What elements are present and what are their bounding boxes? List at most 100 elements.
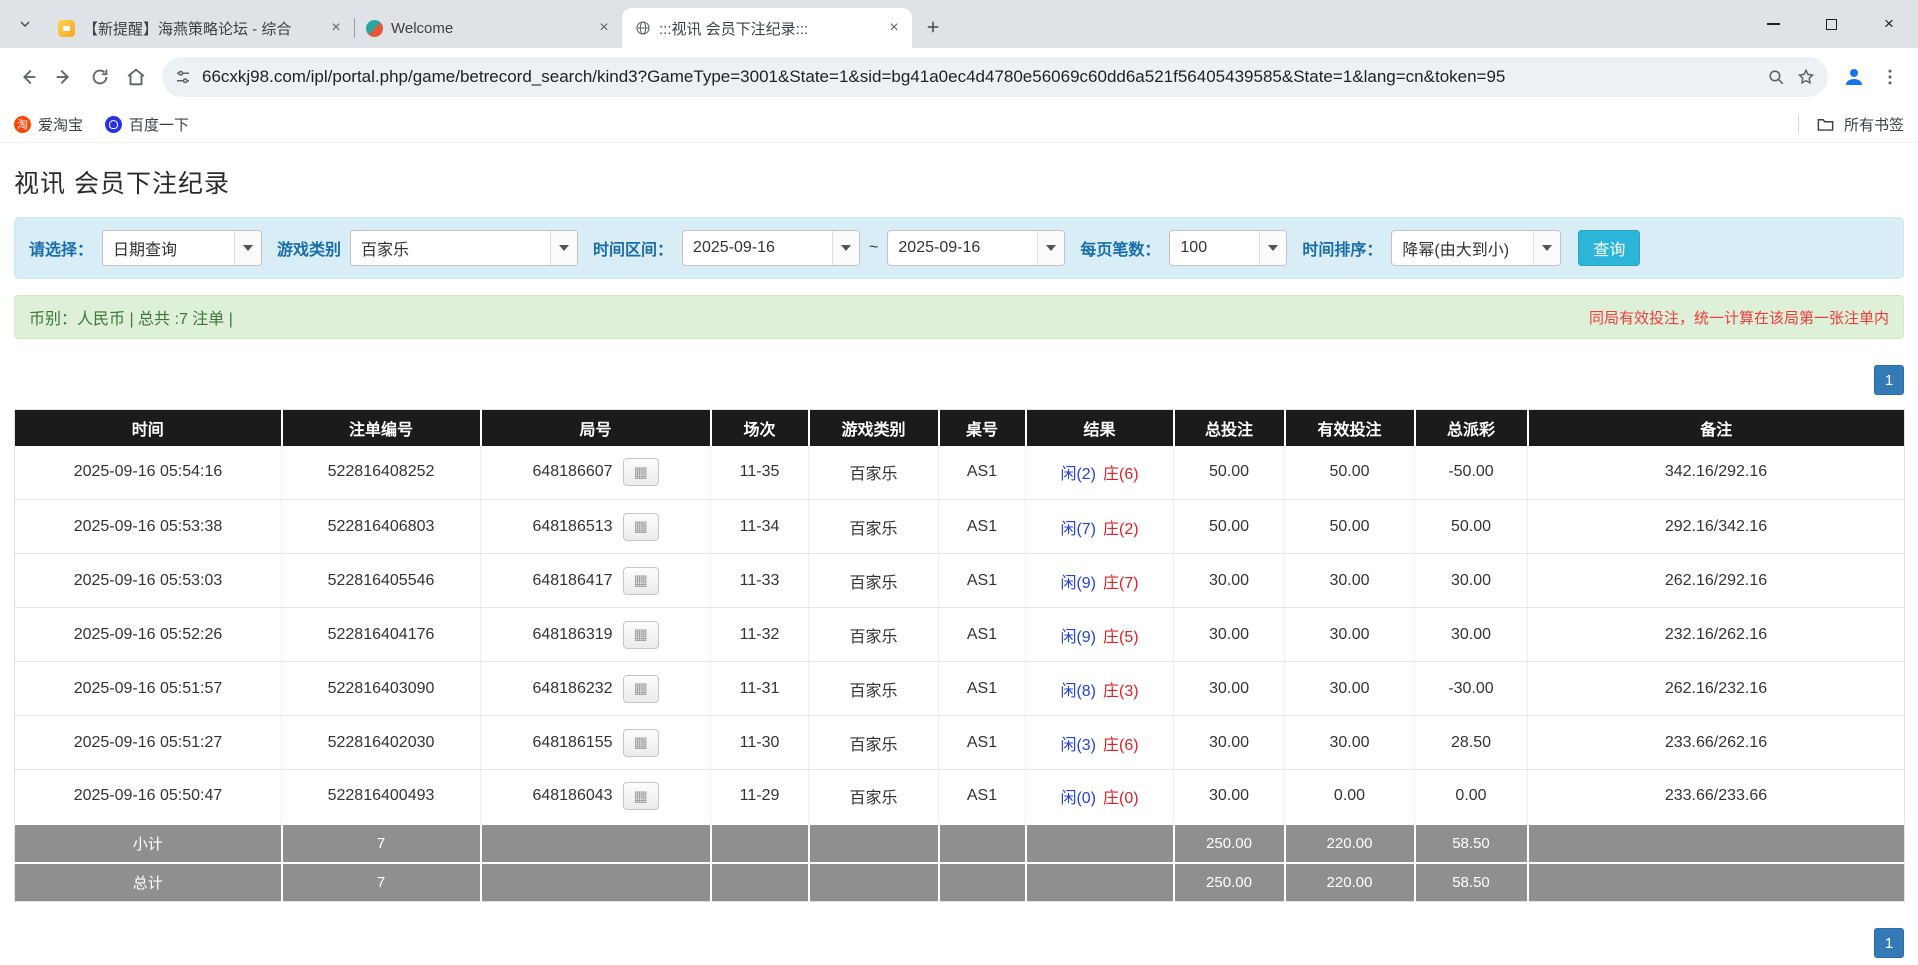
filter-bar: 请选择： 日期查询 游戏类别 百家乐 时间区间： 2025-09-16 ~ 20… — [14, 217, 1904, 279]
round-detail-button[interactable]: ▦ — [623, 621, 659, 649]
folder-icon — [1816, 115, 1835, 134]
footer-cell — [809, 824, 939, 863]
round-detail-button[interactable]: ▦ — [623, 729, 659, 757]
tab-forum[interactable]: 【新提醒】海燕策略论坛 - 综合 × — [46, 8, 354, 48]
tab-welcome[interactable]: Welcome × — [354, 8, 622, 48]
footer-cell — [711, 824, 809, 863]
header-round: 局号 — [481, 410, 711, 446]
cell-payout: 30.00 — [1415, 554, 1528, 608]
taobao-icon: 淘 — [14, 116, 31, 133]
dropdown-arrow-icon[interactable] — [832, 231, 859, 265]
per-page-select[interactable]: 100 — [1169, 230, 1287, 266]
dropdown-arrow-icon[interactable] — [1533, 231, 1560, 265]
query-type-select[interactable]: 日期查询 — [102, 230, 262, 266]
footer-cell — [481, 863, 711, 902]
round-detail-button[interactable]: ▦ — [623, 458, 659, 486]
address-bar[interactable]: 66cxkj98.com/ipl/portal.php/game/betreco… — [162, 57, 1828, 97]
subtotal-label: 小计 — [15, 824, 282, 863]
result-banker: 庄(6) — [1103, 737, 1139, 754]
zoom-button[interactable] — [1767, 68, 1786, 87]
subtotal-count: 7 — [282, 824, 481, 863]
date-to-select[interactable]: 2025-09-16 — [887, 230, 1065, 266]
new-tab-button[interactable] — [918, 12, 948, 42]
cell-payout: 30.00 — [1415, 608, 1528, 662]
sort-order-select[interactable]: 降幂(由大到小) — [1391, 230, 1561, 266]
cell-total-bet[interactable]: 30.00 — [1174, 608, 1285, 662]
cell-round: 648186155 ▦ — [481, 716, 711, 770]
close-button[interactable]: × — [1860, 0, 1918, 48]
page-1-button[interactable]: 1 — [1874, 928, 1904, 958]
cell-time: 2025-09-16 05:53:38 — [15, 500, 282, 554]
cards-icon: ▦ — [633, 627, 647, 642]
cell-total-bet[interactable]: 30.00 — [1174, 716, 1285, 770]
all-bookmarks-button[interactable]: 所有书签 — [1798, 114, 1904, 135]
cell-time: 2025-09-16 05:53:03 — [15, 554, 282, 608]
total-count: 7 — [282, 863, 481, 902]
cell-total-bet[interactable]: 30.00 — [1174, 770, 1285, 824]
cards-icon: ▦ — [633, 519, 647, 534]
date-from-select[interactable]: 2025-09-16 — [682, 230, 860, 266]
page-title: 视讯 会员下注纪录 — [14, 164, 1904, 200]
bookmark-label: 爱淘宝 — [38, 114, 83, 135]
tab-close-icon[interactable]: × — [326, 18, 346, 38]
round-number: 648186607 — [532, 463, 612, 481]
profile-button[interactable] — [1836, 59, 1872, 95]
profile-icon — [1842, 65, 1866, 89]
cell-round: 648186417 ▦ — [481, 554, 711, 608]
cell-total-bet[interactable]: 50.00 — [1174, 500, 1285, 554]
dropdown-arrow-icon[interactable] — [234, 231, 261, 265]
tab-close-icon[interactable]: × — [884, 18, 904, 38]
currency-summary-text: 币别：人民币 | 总共 :7 注单 | — [29, 305, 233, 329]
footer-cell — [481, 824, 711, 863]
back-button[interactable] — [10, 59, 46, 95]
cell-result: 闲(9)庄(7) — [1026, 554, 1174, 608]
game-type-select[interactable]: 百家乐 — [350, 230, 578, 266]
refresh-button[interactable] — [82, 59, 118, 95]
dropdown-arrow-icon[interactable] — [1037, 231, 1064, 265]
page-1-button[interactable]: 1 — [1874, 365, 1904, 395]
round-detail-button[interactable]: ▦ — [623, 782, 659, 810]
bet-records-table: 时间 注单编号 局号 场次 游戏类别 桌号 结果 总投注 有效投注 总派彩 备注… — [14, 409, 1905, 902]
tab-search-button[interactable] — [8, 7, 42, 41]
site-info-button[interactable] — [174, 68, 192, 86]
result-player: 闲(9) — [1060, 575, 1096, 592]
header-result: 结果 — [1026, 410, 1174, 446]
round-detail-button[interactable]: ▦ — [623, 513, 659, 541]
bookmark-star-button[interactable] — [1796, 67, 1816, 87]
maximize-button[interactable] — [1802, 0, 1860, 48]
cell-round: 648186043 ▦ — [481, 770, 711, 824]
star-icon — [1796, 67, 1816, 87]
bookmark-taobao[interactable]: 淘 爱淘宝 — [14, 114, 83, 135]
bookmark-baidu[interactable]: 百度一下 — [105, 114, 189, 135]
home-button[interactable] — [118, 59, 154, 95]
cell-bet-id: 522816408252 — [282, 446, 481, 500]
round-number: 648186417 — [532, 572, 612, 590]
table-footer: 小计 7 250.00 220.00 58.50 总计 7 — [15, 824, 1905, 902]
search-button[interactable]: 查询 — [1578, 230, 1640, 266]
url-text[interactable]: 66cxkj98.com/ipl/portal.php/game/betreco… — [202, 67, 1757, 87]
forward-button[interactable] — [46, 59, 82, 95]
date-range-label: 时间区间： — [593, 236, 673, 260]
round-detail-button[interactable]: ▦ — [623, 567, 659, 595]
home-icon — [125, 66, 147, 88]
tab-close-icon[interactable]: × — [594, 18, 614, 38]
minimize-button[interactable] — [1744, 0, 1802, 48]
footer-cell — [939, 863, 1026, 902]
result-player: 闲(0) — [1060, 790, 1096, 807]
subtotal-row: 小计 7 250.00 220.00 58.50 — [15, 824, 1905, 863]
round-detail-button[interactable]: ▦ — [623, 675, 659, 703]
dropdown-arrow-icon[interactable] — [550, 231, 577, 265]
cell-note: 262.16/232.16 — [1528, 662, 1905, 716]
footer-cell — [711, 863, 809, 902]
cell-total-bet[interactable]: 30.00 — [1174, 554, 1285, 608]
result-banker: 庄(2) — [1103, 521, 1139, 538]
result-banker: 庄(6) — [1103, 466, 1139, 483]
cell-total-bet[interactable]: 50.00 — [1174, 446, 1285, 500]
cell-total-bet[interactable]: 30.00 — [1174, 662, 1285, 716]
cell-table-no: AS1 — [939, 554, 1026, 608]
tab-bet-records[interactable]: :::视讯 会员下注纪录::: × — [622, 8, 912, 48]
header-game-type: 游戏类别 — [809, 410, 939, 446]
dropdown-arrow-icon[interactable] — [1259, 231, 1286, 265]
cell-table-no: AS1 — [939, 608, 1026, 662]
menu-button[interactable] — [1872, 59, 1908, 95]
